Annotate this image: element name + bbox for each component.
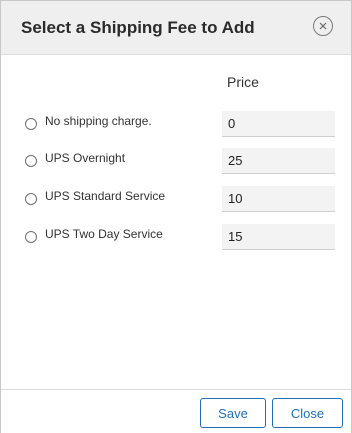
price-column-header: Price (227, 74, 259, 90)
shipping-option-row: UPS Overnight (1, 148, 351, 174)
dialog-header: Select a Shipping Fee to Add (1, 1, 351, 55)
shipping-option-label[interactable]: No shipping charge. (45, 114, 152, 128)
shipping-fee-dialog: Select a Shipping Fee to Add Price No sh… (0, 0, 352, 433)
dialog-footer: Save Close (1, 389, 351, 433)
close-button[interactable]: Close (272, 398, 343, 428)
shipping-option-radio[interactable] (25, 231, 37, 243)
dialog-title: Select a Shipping Fee to Add (21, 18, 255, 37)
shipping-option-label[interactable]: UPS Two Day Service (45, 227, 163, 241)
shipping-option-row: UPS Two Day Service (1, 224, 351, 250)
shipping-option-radio[interactable] (25, 155, 37, 167)
shipping-option-radio[interactable] (25, 118, 37, 130)
shipping-option-label[interactable]: UPS Standard Service (45, 189, 165, 203)
price-input[interactable] (222, 186, 335, 212)
shipping-option-label[interactable]: UPS Overnight (45, 151, 125, 165)
shipping-option-radio[interactable] (25, 193, 37, 205)
price-input[interactable] (222, 111, 335, 137)
price-input[interactable] (222, 224, 335, 250)
x-glyph (319, 22, 327, 30)
price-input[interactable] (222, 148, 335, 174)
shipping-option-row: UPS Standard Service (1, 186, 351, 212)
shipping-option-row: No shipping charge. (1, 111, 351, 137)
close-icon[interactable] (313, 16, 333, 36)
save-button[interactable]: Save (200, 398, 266, 428)
